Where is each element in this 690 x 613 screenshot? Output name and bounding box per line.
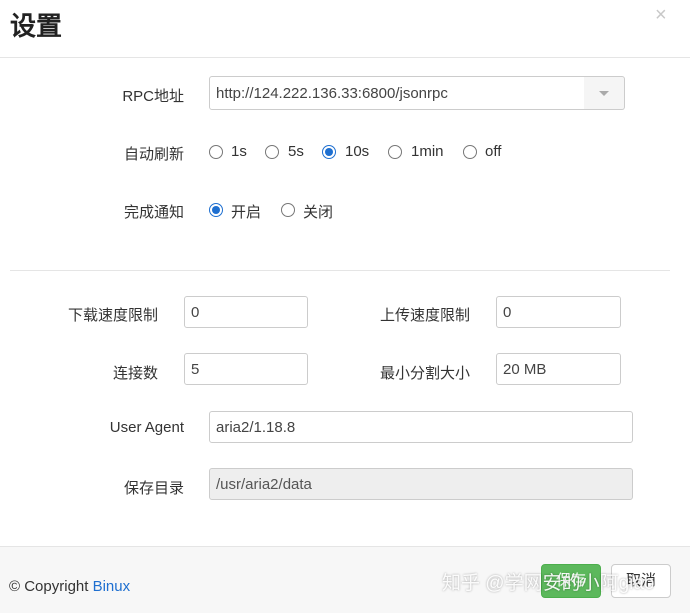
- section-divider: [10, 270, 670, 271]
- watermark-text: 知乎 @学网安的小阿giao: [442, 573, 655, 594]
- dialog-title: 设置: [10, 12, 63, 42]
- connections-input[interactable]: [184, 353, 308, 385]
- rpc-address-input[interactable]: [209, 76, 585, 110]
- settings-dialog: 设置 × RPC地址 自动刷新 1s 5s 10s 1min off 完成通知 …: [0, 0, 690, 613]
- save-dir-input: [209, 468, 633, 500]
- refresh-1min-radio[interactable]: [388, 145, 402, 159]
- close-icon[interactable]: ×: [655, 4, 667, 27]
- upload-limit-label: 上传速度限制: [379, 307, 470, 324]
- connections-label: 连接数: [112, 365, 158, 382]
- user-agent-label: User Agent: [109, 419, 184, 436]
- download-limit-input[interactable]: [184, 296, 308, 328]
- min-split-input[interactable]: [496, 353, 621, 385]
- refresh-off-radio[interactable]: [463, 145, 477, 159]
- refresh-10s-radio[interactable]: [322, 145, 336, 159]
- download-limit-label: 下载速度限制: [67, 307, 158, 324]
- copyright-text: © Copyright Binux: [9, 578, 130, 595]
- notify-off-radio[interactable]: [281, 203, 295, 217]
- copyright-prefix: © Copyright: [9, 578, 93, 595]
- caret-down-icon: [599, 91, 609, 96]
- refresh-1s-radio[interactable]: [209, 145, 223, 159]
- binux-link[interactable]: Binux: [93, 578, 131, 595]
- refresh-10s-label: 10s: [345, 143, 370, 160]
- refresh-5s-radio[interactable]: [265, 145, 279, 159]
- rpc-dropdown-button[interactable]: [584, 76, 625, 110]
- notify-label: 完成通知: [123, 204, 184, 221]
- refresh-off-label: off: [485, 143, 502, 160]
- rpc-label: RPC地址: [122, 88, 184, 105]
- refresh-5s-label: 5s: [288, 143, 304, 160]
- auto-refresh-label: 自动刷新: [123, 146, 184, 163]
- upload-limit-input[interactable]: [496, 296, 621, 328]
- refresh-1min-label: 1min: [411, 143, 444, 160]
- min-split-label: 最小分割大小: [379, 365, 470, 382]
- header-divider: [0, 57, 690, 58]
- notify-on-label: 开启: [231, 204, 262, 221]
- notify-off-label: 关闭: [303, 204, 334, 221]
- save-dir-label: 保存目录: [123, 480, 184, 497]
- notify-on-radio[interactable]: [209, 203, 223, 217]
- refresh-1s-label: 1s: [231, 143, 247, 160]
- user-agent-input[interactable]: [209, 411, 633, 443]
